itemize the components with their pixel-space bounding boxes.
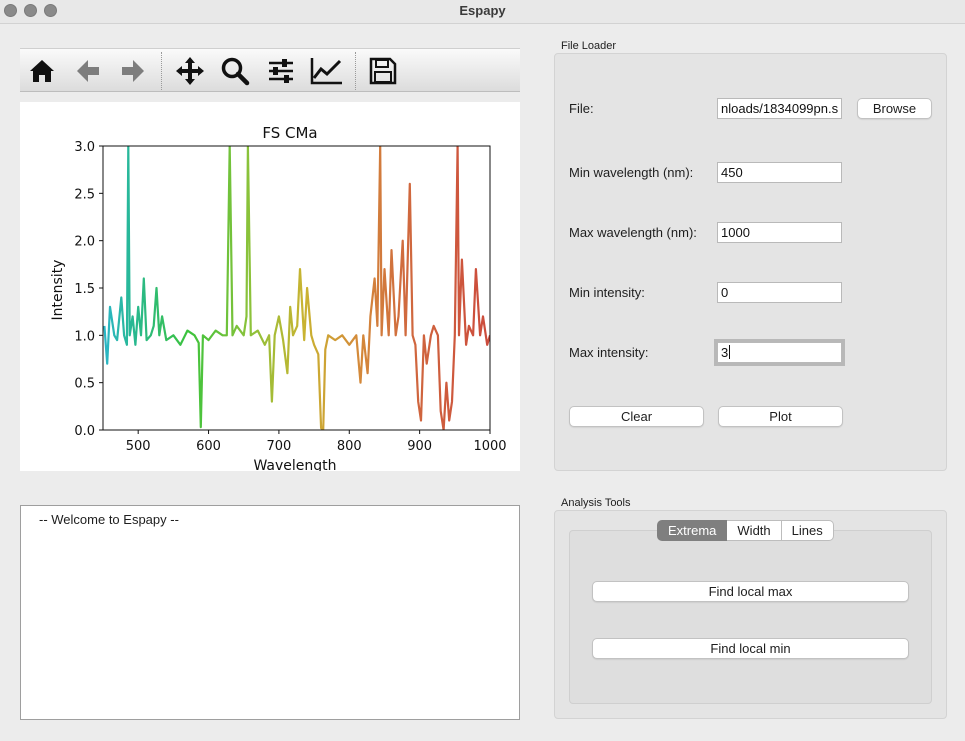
y-tick-label: 0.5 [74,377,95,392]
x-tick-label: 800 [337,439,362,454]
min-intensity-field[interactable]: 0 [717,282,842,303]
min-wavelength-label: Min wavelength (nm): [569,165,694,180]
browse-button[interactable]: Browse [857,98,932,119]
toolbar-separator [355,52,356,90]
toolbar-separator [161,52,162,90]
max-intensity-value: 3 [721,345,729,360]
max-wavelength-label: Max wavelength (nm): [569,225,697,240]
chart-title: FS CMa [262,124,317,142]
window-title: Espapy [459,3,506,18]
x-tick-label: 600 [196,439,221,454]
x-tick-label: 1000 [473,439,506,454]
plot-button[interactable]: Plot [718,406,843,427]
file-label: File: [569,101,594,116]
x-tick-label: 500 [126,439,151,454]
find-local-max-button[interactable]: Find local max [592,581,909,602]
file-path-field[interactable]: nloads/1834099pn.s [717,98,842,119]
forward-button[interactable] [116,55,150,87]
back-button[interactable] [71,55,105,87]
axes-frame [102,145,491,431]
tab-extrema[interactable]: Extrema [657,520,728,541]
home-icon [30,60,54,82]
x-tick-label: 900 [407,439,432,454]
back-arrow-icon [77,60,99,82]
tab-width[interactable]: Width [727,520,782,541]
edit-axes-button[interactable] [310,55,344,87]
y-tick-label: 2.5 [74,187,95,202]
edit-axes-icon [310,58,342,85]
extrema-tab-panel [569,530,932,704]
find-local-min-button[interactable]: Find local min [592,638,909,659]
title-bar: Espapy [0,0,965,24]
configure-subplots-button[interactable] [264,55,298,87]
home-button[interactable] [25,55,59,87]
tab-lines[interactable]: Lines [781,520,834,541]
zoom-icon [221,57,250,86]
y-tick-label: 3.0 [74,140,95,155]
save-icon [369,57,397,85]
y-tick-label: 2.0 [74,235,95,250]
y-tick-label: 1.5 [74,282,95,297]
analysis-tools-title: Analysis Tools [561,497,631,509]
text-caret [729,345,731,359]
y-axis-label: Intensity [50,260,66,321]
spectrum-series [103,146,490,430]
max-intensity-label: Max intensity: [569,345,649,360]
y-tick-label: 1.0 [74,329,95,344]
clear-button[interactable]: Clear [569,406,704,427]
x-axis-label: Wavelength [253,458,336,471]
analysis-tabs: Extrema Width Lines [657,520,834,541]
min-intensity-label: Min intensity: [569,285,645,300]
x-tick-label: 700 [266,439,291,454]
forward-arrow-icon [122,60,144,82]
console-text: -- Welcome to Espapy -- [39,512,179,527]
spectrum-plot[interactable]: FS CMa 500 600 700 800 900 1000 0.0 0.5 1.0 1.5 2… [20,102,520,471]
plot-canvas: FS CMa 500 600 700 800 900 1000 0.0 0.5 1.0 1.5 2… [50,124,507,471]
y-tick-label: 0.0 [74,424,95,439]
console-output[interactable]: -- Welcome to Espapy -- [20,505,520,720]
pan-button[interactable] [173,55,207,87]
max-intensity-field[interactable]: 3 [714,339,845,366]
zoom-button[interactable] [218,55,252,87]
min-wavelength-field[interactable]: 450 [717,162,842,183]
plot-toolbar [20,48,520,92]
configure-subplots-icon [269,59,293,83]
save-button[interactable] [366,55,400,87]
file-loader-title: File Loader [561,40,617,52]
pan-icon [176,57,204,85]
max-wavelength-field[interactable]: 1000 [717,222,842,243]
